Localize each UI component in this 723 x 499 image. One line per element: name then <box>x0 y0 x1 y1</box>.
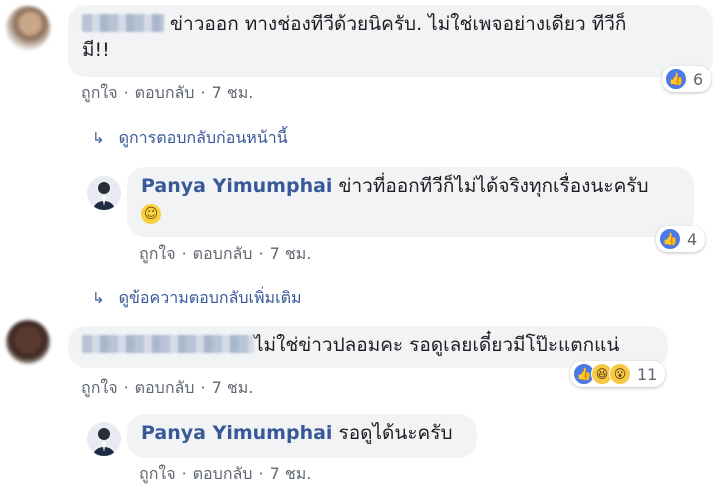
timestamp[interactable]: 7 ชม. <box>212 83 254 102</box>
avatar[interactable] <box>87 176 121 210</box>
slightly-smiling-face-icon: ☺ <box>141 204 161 224</box>
reaction-count: 11 <box>637 364 658 384</box>
reply-link[interactable]: ตอบกลับ <box>135 378 195 397</box>
timestamp[interactable]: 7 ชม. <box>270 244 312 263</box>
reaction-summary[interactable]: 👍 6 <box>662 66 712 92</box>
author-name-blurred[interactable] <box>82 335 254 353</box>
reply-bubble: Panya Yimumphai ข่าวที่ออกทีวีก็ไม่ได้จร… <box>127 167 694 237</box>
reply-text: ข่าวที่ออกทีวีก็ไม่ได้จริงทุกเรื่องนะครั… <box>338 175 649 197</box>
view-more-replies[interactable]: ↳ ดูข้อความตอบกลับเพิ่มเติม <box>92 286 302 311</box>
comment-text-line2: มี!! <box>82 39 110 61</box>
timestamp[interactable]: 7 ชม. <box>270 464 312 483</box>
reply-actions: ถูกใจ · ตอบกลับ · 7 ชม. <box>139 244 312 263</box>
comment-actions: ถูกใจ · ตอบกลับ · 7 ชม. <box>81 83 254 102</box>
reaction-summary[interactable]: 👍 4 <box>656 226 706 252</box>
reply-arrow-icon: ↳ <box>92 129 105 147</box>
avatar[interactable] <box>6 320 50 364</box>
reply-bubble: Panya Yimumphai รอดูได้นะครับ <box>127 414 477 458</box>
author-name-blurred[interactable] <box>82 14 164 32</box>
reply-link[interactable]: ตอบกลับ <box>193 464 253 483</box>
reply-actions: ถูกใจ · ตอบกลับ · 7 ชม. <box>139 464 312 483</box>
reaction-count: 4 <box>687 229 698 249</box>
author-name[interactable]: Panya Yimumphai <box>141 175 332 197</box>
wow-icon: 😮 <box>609 363 631 385</box>
comment-text: ไม่ใช่ข่าวปลอมคะ รอดูเลยเดี๋ยวมีโป๊ะแตกแ… <box>254 334 620 356</box>
like-link[interactable]: ถูกใจ <box>81 378 118 397</box>
like-icon: 👍 <box>665 68 687 90</box>
view-more-replies-label: ดูข้อความตอบกลับเพิ่มเติม <box>118 288 302 307</box>
avatar[interactable] <box>87 422 121 456</box>
reply-arrow-icon: ↳ <box>92 289 105 307</box>
like-link[interactable]: ถูกใจ <box>81 83 118 102</box>
view-previous-replies[interactable]: ↳ ดูการตอบกลับก่อนหน้านี้ <box>92 126 288 151</box>
reaction-summary[interactable]: 👍 😆 😮 11 <box>570 361 666 387</box>
comment-bubble: ข่าวออก ทางช่องทีวีด้วยนิครับ. ไม่ใช่เพจ… <box>68 5 713 77</box>
comment-text-line1: ข่าวออก ทางช่องทีวีด้วยนิครับ. ไม่ใช่เพจ… <box>170 13 627 35</box>
reply-text: รอดูได้นะครับ <box>338 422 453 444</box>
author-name[interactable]: Panya Yimumphai <box>141 422 332 444</box>
reaction-count: 6 <box>693 69 704 89</box>
view-previous-replies-label: ดูการตอบกลับก่อนหน้านี้ <box>118 128 288 147</box>
like-link[interactable]: ถูกใจ <box>139 464 176 483</box>
reply-link[interactable]: ตอบกลับ <box>193 244 253 263</box>
reply-link[interactable]: ตอบกลับ <box>135 83 195 102</box>
timestamp[interactable]: 7 ชม. <box>212 378 254 397</box>
avatar[interactable] <box>6 6 50 50</box>
like-icon: 👍 <box>659 228 681 250</box>
comment-actions: ถูกใจ · ตอบกลับ · 7 ชม. <box>81 378 254 397</box>
like-link[interactable]: ถูกใจ <box>139 244 176 263</box>
